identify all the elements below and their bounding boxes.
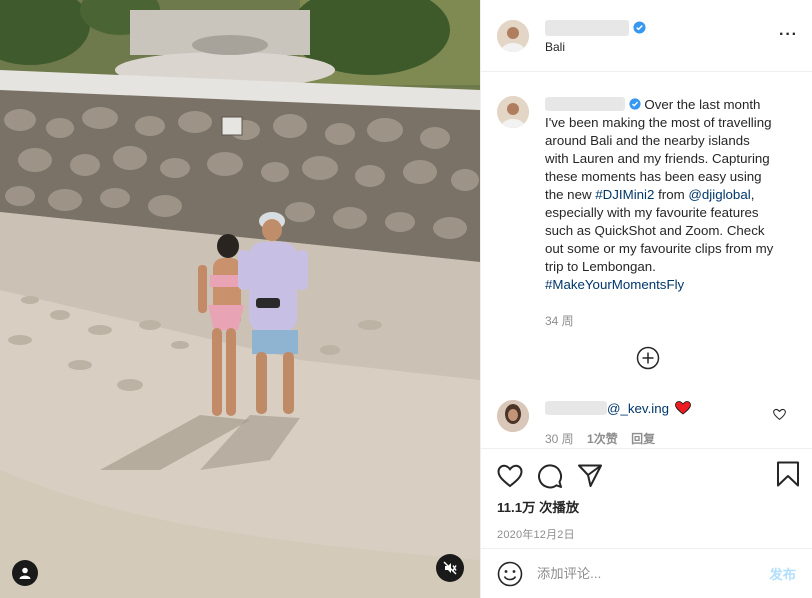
red-heart-emoji-icon [674, 401, 691, 415]
post-comment-button[interactable]: 发布 [769, 564, 796, 583]
speaker-muted-icon [443, 561, 457, 575]
commenter-username-redacted[interactable] [545, 401, 607, 415]
verified-badge-icon [633, 21, 646, 34]
author-avatar-small[interactable] [497, 96, 529, 128]
smiley-face-icon[interactable] [497, 561, 523, 587]
reply-button[interactable]: 回复 [631, 432, 655, 446]
heart-icon[interactable] [497, 463, 523, 489]
author-username-redacted[interactable] [545, 19, 629, 36]
caption-timestamp[interactable]: 34 周 [545, 312, 777, 330]
mute-toggle-button[interactable] [436, 554, 464, 582]
comment-input[interactable] [537, 566, 770, 581]
caption-text: from [654, 187, 689, 202]
user-icon [19, 567, 31, 579]
tagged-users-button[interactable] [12, 560, 38, 586]
comment-like-count[interactable]: 1次赞 [587, 432, 618, 446]
verified-badge-icon [629, 98, 641, 110]
comment-like-heart-icon[interactable] [773, 408, 786, 421]
plus-circle-icon[interactable] [636, 346, 660, 370]
post-header: Bali ··· [481, 0, 812, 72]
bookmark-icon[interactable] [776, 461, 800, 487]
instagram-post-view: Bali ··· Over the last month I've been m… [0, 0, 812, 598]
add-comment-bar: 发布 [481, 548, 812, 598]
post-details-panel: Bali ··· Over the last month I've been m… [480, 0, 812, 598]
post-date[interactable]: 2020年12月2日 [497, 526, 796, 542]
comment-bubble-icon[interactable] [537, 463, 563, 489]
post-video[interactable] [0, 0, 480, 598]
video-frame [0, 0, 480, 598]
paper-plane-icon[interactable] [577, 463, 603, 489]
comment-item: @_kev.ing 30 周 1次赞 回复 [497, 400, 797, 448]
mention-link[interactable]: @_kev.ing [607, 401, 669, 416]
hashtag-link[interactable]: #DJIMini2 [595, 187, 654, 202]
more-options-icon[interactable]: ··· [779, 27, 798, 43]
post-caption: Over the last month I've been making the… [497, 96, 796, 330]
post-location[interactable]: Bali [545, 40, 646, 54]
mention-link[interactable]: @djiglobal [688, 187, 750, 202]
post-actions: 11.1万 次播放 2020年12月2日 发布 [481, 448, 812, 598]
caption-username-redacted[interactable] [545, 97, 625, 111]
author-avatar[interactable] [497, 19, 529, 52]
hashtag-link[interactable]: #MakeYourMomentsFly [545, 277, 684, 292]
view-count[interactable]: 11.1万 次播放 [497, 497, 796, 516]
commenter-avatar[interactable] [497, 400, 529, 432]
comment-timestamp[interactable]: 30 周 [545, 432, 574, 446]
comments-section: Over the last month I've been making the… [481, 72, 812, 448]
